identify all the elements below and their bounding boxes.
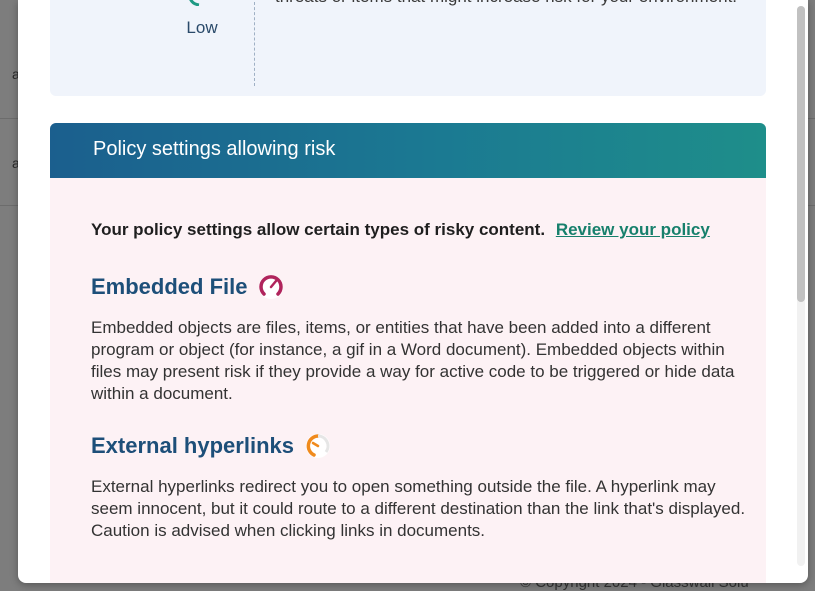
scrollbar-thumb[interactable] <box>797 6 805 302</box>
policy-risk-card: Policy settings allowing risk Your polic… <box>50 123 766 583</box>
modal-scroll-area[interactable]: Low threats or items that might increase… <box>18 0 798 583</box>
modal-scrollbar[interactable] <box>797 6 805 566</box>
review-policy-link[interactable]: Review your policy <box>556 220 710 239</box>
risk-divider <box>254 2 255 86</box>
embedded-file-description: Embedded objects are files, items, or en… <box>91 318 735 403</box>
gauge-medium-risk-icon <box>305 434 330 458</box>
risk-description: threats or items that might increase ris… <box>275 0 745 10</box>
external-hyperlinks-description: External hyperlinks redirect you to open… <box>91 477 746 540</box>
embedded-file-title-text: Embedded File <box>91 274 248 299</box>
risk-report-modal: Low threats or items that might increase… <box>18 0 808 583</box>
risk-summary-card: Low threats or items that might increase… <box>50 0 766 96</box>
policy-header: Policy settings allowing risk <box>50 123 766 178</box>
risk-level-label: Low <box>186 18 218 37</box>
embedded-file-title: Embedded File <box>91 273 285 301</box>
external-hyperlinks-title-text: External hyperlinks <box>91 433 294 458</box>
gauge-high-risk-icon <box>259 275 284 299</box>
policy-intro-text: Your policy settings allow certain types… <box>91 220 546 239</box>
policy-intro: Your policy settings allow certain types… <box>91 220 710 240</box>
risk-gauge-icon <box>189 0 200 6</box>
policy-title: Policy settings allowing risk <box>93 138 336 160</box>
external-hyperlinks-title: External hyperlinks <box>91 432 332 460</box>
